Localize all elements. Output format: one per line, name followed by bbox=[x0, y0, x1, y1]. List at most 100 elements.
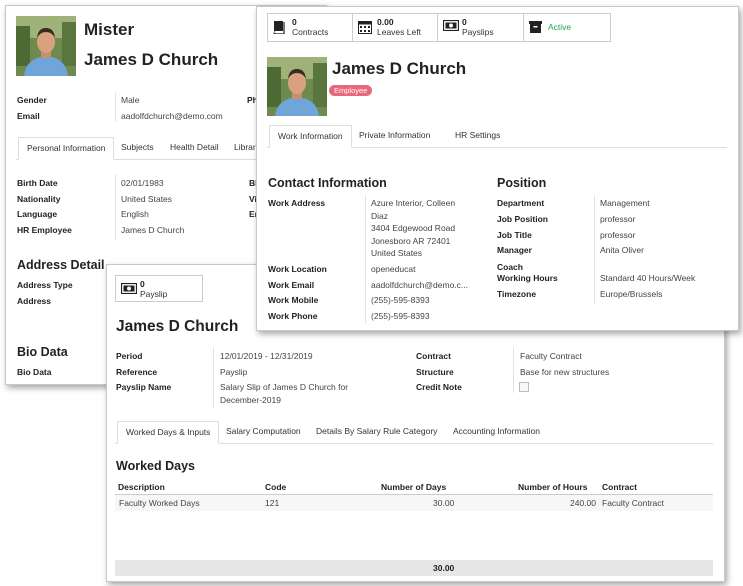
work-address-line1[interactable]: Azure Interior, Colleen bbox=[371, 198, 455, 208]
row-contract: Faculty Contract bbox=[602, 498, 664, 508]
student-avatar bbox=[16, 16, 76, 76]
language-value[interactable]: English bbox=[121, 209, 149, 219]
contracts-label: Contracts bbox=[292, 27, 329, 37]
work-location-label: Work Location bbox=[268, 264, 327, 274]
work-address-line2[interactable]: Diaz bbox=[371, 211, 388, 221]
work-address-label: Work Address bbox=[268, 198, 326, 208]
divider bbox=[365, 195, 366, 323]
payslip-name-value-line1[interactable]: Salary Slip of James D Church for bbox=[220, 382, 348, 392]
work-email-label: Work Email bbox=[268, 280, 315, 290]
work-address-line4[interactable]: Jonesboro AR 72401 bbox=[371, 236, 450, 246]
contracts-count: 0 bbox=[292, 17, 297, 27]
payslips-stat-button[interactable]: 0 Payslips bbox=[437, 13, 524, 42]
student-name: James D Church bbox=[84, 50, 219, 69]
department-label: Department bbox=[497, 198, 545, 208]
payslips-label: Payslips bbox=[462, 27, 494, 37]
footer-total-days: 30.00 bbox=[433, 563, 455, 573]
active-label: Active bbox=[548, 22, 572, 32]
divider bbox=[513, 347, 514, 393]
employee-name: James D Church bbox=[332, 59, 467, 78]
payslip-stat-count: 0 bbox=[140, 279, 145, 289]
nationality-value[interactable]: United States bbox=[121, 194, 172, 204]
job-title-value[interactable]: professor bbox=[600, 230, 635, 240]
work-address-line5[interactable]: United States bbox=[371, 248, 422, 258]
leaves-count: 0.00 bbox=[377, 17, 394, 27]
working-hours-label: Working Hours bbox=[497, 273, 558, 283]
period-value[interactable]: 12/01/2019 - 12/31/2019 bbox=[220, 351, 313, 361]
tab-hr-settings[interactable]: HR Settings bbox=[447, 125, 508, 146]
divider bbox=[115, 92, 116, 122]
address-detail-title: Address Detail bbox=[17, 258, 105, 272]
money-icon bbox=[121, 283, 137, 294]
birth-date-value[interactable]: 02/01/1983 bbox=[121, 178, 164, 188]
credit-note-checkbox[interactable] bbox=[519, 382, 529, 392]
column-code[interactable]: Code bbox=[265, 482, 286, 492]
position-title: Position bbox=[497, 176, 547, 190]
reference-label: Reference bbox=[116, 367, 158, 377]
contracts-stat-button[interactable]: 0 Contracts bbox=[267, 13, 353, 42]
manager-value[interactable]: Anita Oliver bbox=[600, 245, 644, 255]
work-location-value[interactable]: openeducat bbox=[371, 264, 415, 274]
column-number-of-hours[interactable]: Number of Hours bbox=[518, 482, 587, 492]
hr-employee-label: HR Employee bbox=[17, 225, 72, 235]
manager-label: Manager bbox=[497, 245, 532, 255]
divider bbox=[213, 347, 214, 407]
gender-label: Gender bbox=[17, 95, 47, 105]
table-row[interactable]: Faculty Worked Days 121 30.00 240.00 Fac… bbox=[115, 495, 713, 511]
calendar-icon bbox=[358, 21, 372, 34]
gender-value[interactable]: Male bbox=[121, 95, 139, 105]
address-type-label: Address Type bbox=[17, 280, 73, 290]
column-contract[interactable]: Contract bbox=[602, 482, 637, 492]
money-icon bbox=[443, 20, 459, 31]
language-label: Language bbox=[17, 209, 58, 219]
department-value[interactable]: Management bbox=[600, 198, 650, 208]
hr-employee-value[interactable]: James D Church bbox=[121, 225, 184, 235]
structure-value[interactable]: Base for new structures bbox=[520, 367, 609, 377]
structure-label: Structure bbox=[416, 367, 454, 377]
payslip-tabs: Worked Days & Inputs Salary Computation … bbox=[115, 421, 713, 444]
payslip-stat-label: Payslip bbox=[140, 289, 168, 299]
tab-work-information[interactable]: Work Information bbox=[269, 125, 352, 148]
employee-tag-badge[interactable]: Employee bbox=[329, 85, 373, 96]
archive-icon bbox=[529, 21, 542, 33]
work-email-value[interactable]: aadolfdchurch@demo.c... bbox=[371, 280, 468, 290]
payslip-name-label: Payslip Name bbox=[116, 382, 172, 392]
working-hours-value[interactable]: Standard 40 Hours/Week bbox=[600, 273, 695, 283]
work-phone-value[interactable]: (255)-595-8393 bbox=[371, 311, 430, 321]
book-icon bbox=[273, 21, 285, 34]
tab-private-information[interactable]: Private Information bbox=[351, 125, 438, 146]
tab-worked-days-inputs[interactable]: Worked Days & Inputs bbox=[117, 421, 220, 444]
work-address-line3[interactable]: 3404 Edgewood Road bbox=[371, 223, 455, 233]
tab-subjects[interactable]: Subjects bbox=[113, 137, 162, 158]
tab-salary-computation[interactable]: Salary Computation bbox=[218, 421, 309, 442]
payslips-count: 0 bbox=[462, 17, 467, 27]
divider bbox=[115, 174, 116, 240]
contract-value[interactable]: Faculty Contract bbox=[520, 351, 582, 361]
job-position-value[interactable]: professor bbox=[600, 214, 635, 224]
payslip-name-value-line2[interactable]: December-2019 bbox=[220, 395, 281, 405]
work-mobile-value[interactable]: (255)-595-8393 bbox=[371, 295, 430, 305]
email-label: Email bbox=[17, 111, 40, 121]
credit-note-label: Credit Note bbox=[416, 382, 462, 392]
address-label: Address bbox=[17, 296, 52, 306]
tab-personal-information[interactable]: Personal Information bbox=[18, 137, 115, 160]
column-number-of-days[interactable]: Number of Days bbox=[381, 482, 446, 492]
payslip-stat-button[interactable]: 0 Payslip bbox=[115, 275, 203, 302]
timezone-value[interactable]: Europe/Brussels bbox=[600, 289, 662, 299]
reference-value[interactable]: Payslip bbox=[220, 367, 247, 377]
employee-tabs: Work Information Private Information HR … bbox=[267, 125, 727, 148]
active-toggle-button[interactable]: Active bbox=[523, 13, 611, 42]
timezone-label: Timezone bbox=[497, 289, 537, 299]
coach-label: Coach bbox=[497, 262, 523, 272]
bio-data-title: Bio Data bbox=[17, 345, 68, 359]
tab-details-by-salary-rule[interactable]: Details By Salary Rule Category bbox=[308, 421, 445, 442]
worked-days-title: Worked Days bbox=[116, 459, 195, 473]
column-description[interactable]: Description bbox=[118, 482, 165, 492]
payslip-employee-name: James D Church bbox=[116, 318, 239, 335]
leaves-stat-button[interactable]: 0.00 Leaves Left bbox=[352, 13, 438, 42]
tab-accounting-information[interactable]: Accounting Information bbox=[445, 421, 548, 442]
tab-health-detail[interactable]: Health Detail bbox=[162, 137, 227, 158]
leaves-label: Leaves Left bbox=[377, 27, 421, 37]
contract-label: Contract bbox=[416, 351, 451, 361]
email-value[interactable]: aadolfdchurch@demo.com bbox=[121, 111, 223, 121]
